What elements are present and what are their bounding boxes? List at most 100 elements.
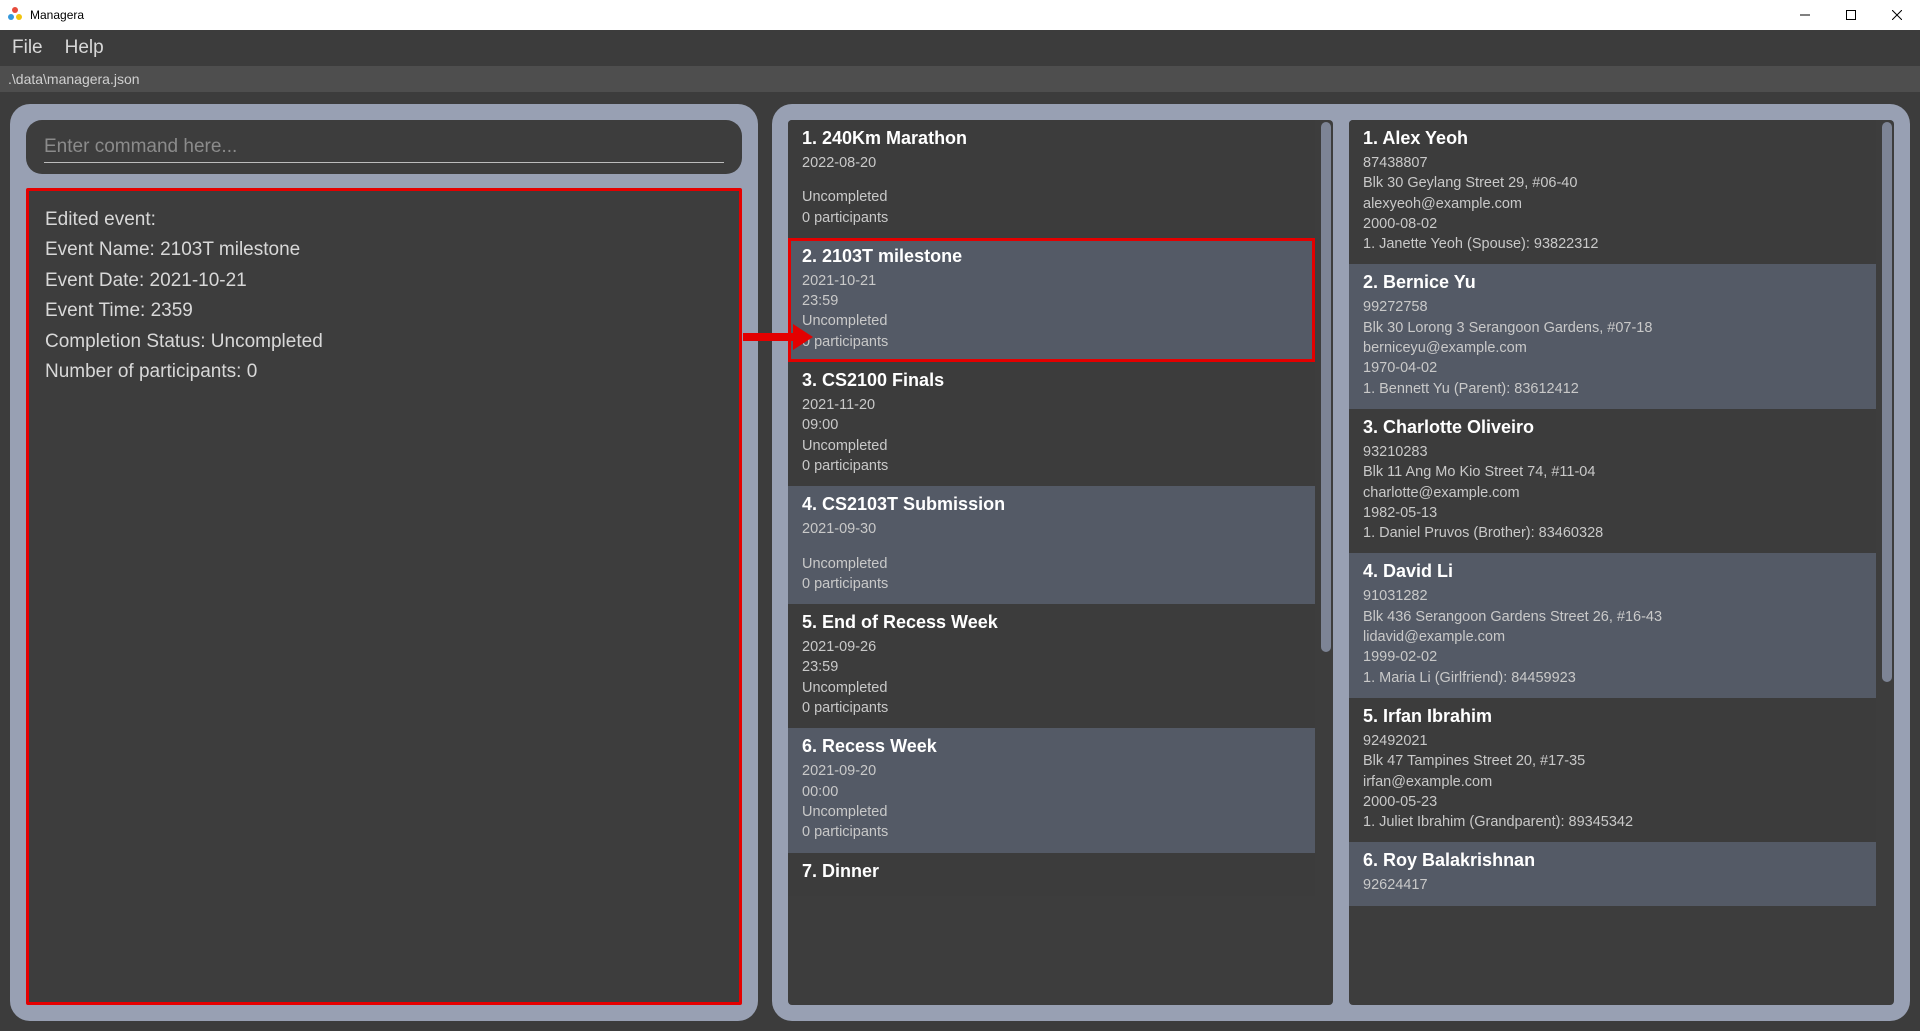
window-maximize-button[interactable] <box>1828 0 1874 30</box>
right-panel: 1. 240Km Marathon2022-08-20Uncompleted0 … <box>772 104 1910 1021</box>
person-detail: 91031282 <box>1363 586 1862 606</box>
person-card[interactable]: 4. David Li 91031282Blk 436 Serangoon Gar… <box>1349 553 1876 697</box>
event-card[interactable]: 2. 2103T milestone 2021-10-2123:59Uncompl… <box>788 238 1315 362</box>
person-name: 3. Charlotte Oliveiro <box>1363 417 1862 438</box>
event-detail: 2021-11-20 <box>802 395 1301 415</box>
events-scrollbar-thumb[interactable] <box>1321 122 1331 652</box>
event-detail: 0 participants <box>802 456 1301 476</box>
command-input[interactable] <box>44 132 724 163</box>
event-detail: Uncompleted <box>802 802 1301 822</box>
app-icon <box>8 7 24 23</box>
person-name: 1. Alex Yeoh <box>1363 128 1862 149</box>
event-title: 2. 2103T milestone <box>802 246 1301 267</box>
event-card[interactable]: 6. Recess Week 2021-09-2000:00Uncompleted… <box>788 728 1315 852</box>
person-detail: irfan@example.com <box>1363 772 1862 792</box>
event-detail: Uncompleted <box>802 678 1301 698</box>
person-detail: 1. Janette Yeoh (Spouse): 93822312 <box>1363 234 1862 254</box>
person-detail: 1982-05-13 <box>1363 503 1862 523</box>
event-detail: Uncompleted <box>802 436 1301 456</box>
person-detail: 1. Juliet Ibrahim (Grandparent): 8934534… <box>1363 812 1862 832</box>
event-card[interactable]: 4. CS2103T Submission2021-09-30Uncomplet… <box>788 486 1315 604</box>
menu-help[interactable]: Help <box>65 37 104 59</box>
persons-list: 1. Alex Yeoh 87438807Blk 30 Geylang Stree… <box>1349 120 1894 1005</box>
event-title: 6. Recess Week <box>802 736 1301 757</box>
person-name: 4. David Li <box>1363 561 1862 582</box>
command-box <box>26 120 742 174</box>
event-detail: 0 participants <box>802 698 1301 718</box>
event-detail: 0 participants <box>802 208 1301 228</box>
person-detail: 99272758 <box>1363 297 1862 317</box>
menubar: File Help <box>0 30 1920 66</box>
event-detail: 0 participants <box>802 332 1301 352</box>
person-detail: 87438807 <box>1363 153 1862 173</box>
person-name: 5. Irfan Ibrahim <box>1363 706 1862 727</box>
person-detail: 1. Maria Li (Girlfriend): 84459923 <box>1363 668 1862 688</box>
result-display: Edited event: Event Name: 2103T mileston… <box>26 188 742 1005</box>
file-path-bar: .\data\managera.json <box>0 66 1920 92</box>
event-card[interactable]: 5. End of Recess Week 2021-09-2623:59Unco… <box>788 604 1315 728</box>
event-card[interactable]: 3. CS2100 Finals 2021-11-2009:00Uncomplet… <box>788 362 1315 486</box>
event-detail: 23:59 <box>802 291 1301 311</box>
event-detail: 23:59 <box>802 657 1301 677</box>
person-detail: Blk 11 Ang Mo Kio Street 74, #11-04 <box>1363 462 1862 482</box>
menu-file[interactable]: File <box>12 37 43 59</box>
person-card[interactable]: 2. Bernice Yu 99272758Blk 30 Lorong 3 Ser… <box>1349 264 1876 408</box>
person-detail: 93210283 <box>1363 442 1862 462</box>
event-card[interactable]: 1. 240Km Marathon 2022-08-20 Uncompleted0 … <box>788 120 1315 238</box>
person-detail: Blk 436 Serangoon Gardens Street 26, #16… <box>1363 607 1862 627</box>
event-detail: 0 participants <box>802 822 1301 842</box>
person-detail: 1. Daniel Pruvos (Brother): 83460328 <box>1363 523 1862 543</box>
events-list: 1. 240Km Marathon2022-08-20Uncompleted0 … <box>788 120 1333 1005</box>
result-line: Event Time: 2359 <box>45 296 723 326</box>
person-detail: Blk 30 Geylang Street 29, #06-40 <box>1363 173 1862 193</box>
result-line: Completion Status: Uncompleted <box>45 327 723 357</box>
person-detail: 1970-04-02 <box>1363 358 1862 378</box>
person-detail: 1999-02-02 <box>1363 647 1862 667</box>
person-detail: alexyeoh@example.com <box>1363 194 1862 214</box>
event-card[interactable]: 7. Dinner <box>788 853 1315 896</box>
event-title: 1. 240Km Marathon <box>802 128 1301 149</box>
result-line: Edited event: <box>45 205 723 235</box>
person-detail: 2000-08-02 <box>1363 214 1862 234</box>
event-detail: 2021-10-21 <box>802 271 1301 291</box>
event-detail: 0 participants <box>802 574 1301 594</box>
window-titlebar: Managera <box>0 0 1920 30</box>
result-line: Event Date: 2021-10-21 <box>45 266 723 296</box>
person-detail: 2000-05-23 <box>1363 792 1862 812</box>
event-detail: 2021-09-20 <box>802 761 1301 781</box>
event-title: 5. End of Recess Week <box>802 612 1301 633</box>
persons-scrollbar-thumb[interactable] <box>1882 122 1892 682</box>
person-detail: charlotte@example.com <box>1363 483 1862 503</box>
window-minimize-button[interactable] <box>1782 0 1828 30</box>
main-area: Edited event: Event Name: 2103T mileston… <box>0 92 1920 1031</box>
event-title: 7. Dinner <box>802 861 1301 882</box>
person-card[interactable]: 6. Roy Balakrishnan 92624417 <box>1349 842 1876 905</box>
window-title: Managera <box>30 8 84 22</box>
event-detail: Uncompleted <box>802 554 1301 574</box>
event-title: 3. CS2100 Finals <box>802 370 1301 391</box>
person-detail: Blk 47 Tampines Street 20, #17-35 <box>1363 751 1862 771</box>
persons-scrollbar[interactable] <box>1880 120 1894 1005</box>
person-detail: 92624417 <box>1363 875 1862 895</box>
event-detail: 00:00 <box>802 782 1301 802</box>
event-detail: 2021-09-30 <box>802 519 1301 539</box>
event-detail: 2022-08-20 <box>802 153 1301 173</box>
person-detail: berniceyu@example.com <box>1363 338 1862 358</box>
result-line: Event Name: 2103T milestone <box>45 235 723 265</box>
person-detail: lidavid@example.com <box>1363 627 1862 647</box>
event-detail: 2021-09-26 <box>802 637 1301 657</box>
person-card[interactable]: 5. Irfan Ibrahim 92492021Blk 47 Tampines … <box>1349 698 1876 842</box>
event-detail: Uncompleted <box>802 187 1301 207</box>
person-detail: 92492021 <box>1363 731 1862 751</box>
file-path: .\data\managera.json <box>8 71 140 87</box>
person-card[interactable]: 1. Alex Yeoh 87438807Blk 30 Geylang Stree… <box>1349 120 1876 264</box>
window-close-button[interactable] <box>1874 0 1920 30</box>
person-detail: Blk 30 Lorong 3 Serangoon Gardens, #07-1… <box>1363 318 1862 338</box>
person-name: 2. Bernice Yu <box>1363 272 1862 293</box>
event-detail: 09:00 <box>802 415 1301 435</box>
person-card[interactable]: 3. Charlotte Oliveiro 93210283Blk 11 Ang … <box>1349 409 1876 553</box>
event-detail: Uncompleted <box>802 311 1301 331</box>
result-line: Number of participants: 0 <box>45 357 723 387</box>
person-name: 6. Roy Balakrishnan <box>1363 850 1862 871</box>
events-scrollbar[interactable] <box>1319 120 1333 1005</box>
